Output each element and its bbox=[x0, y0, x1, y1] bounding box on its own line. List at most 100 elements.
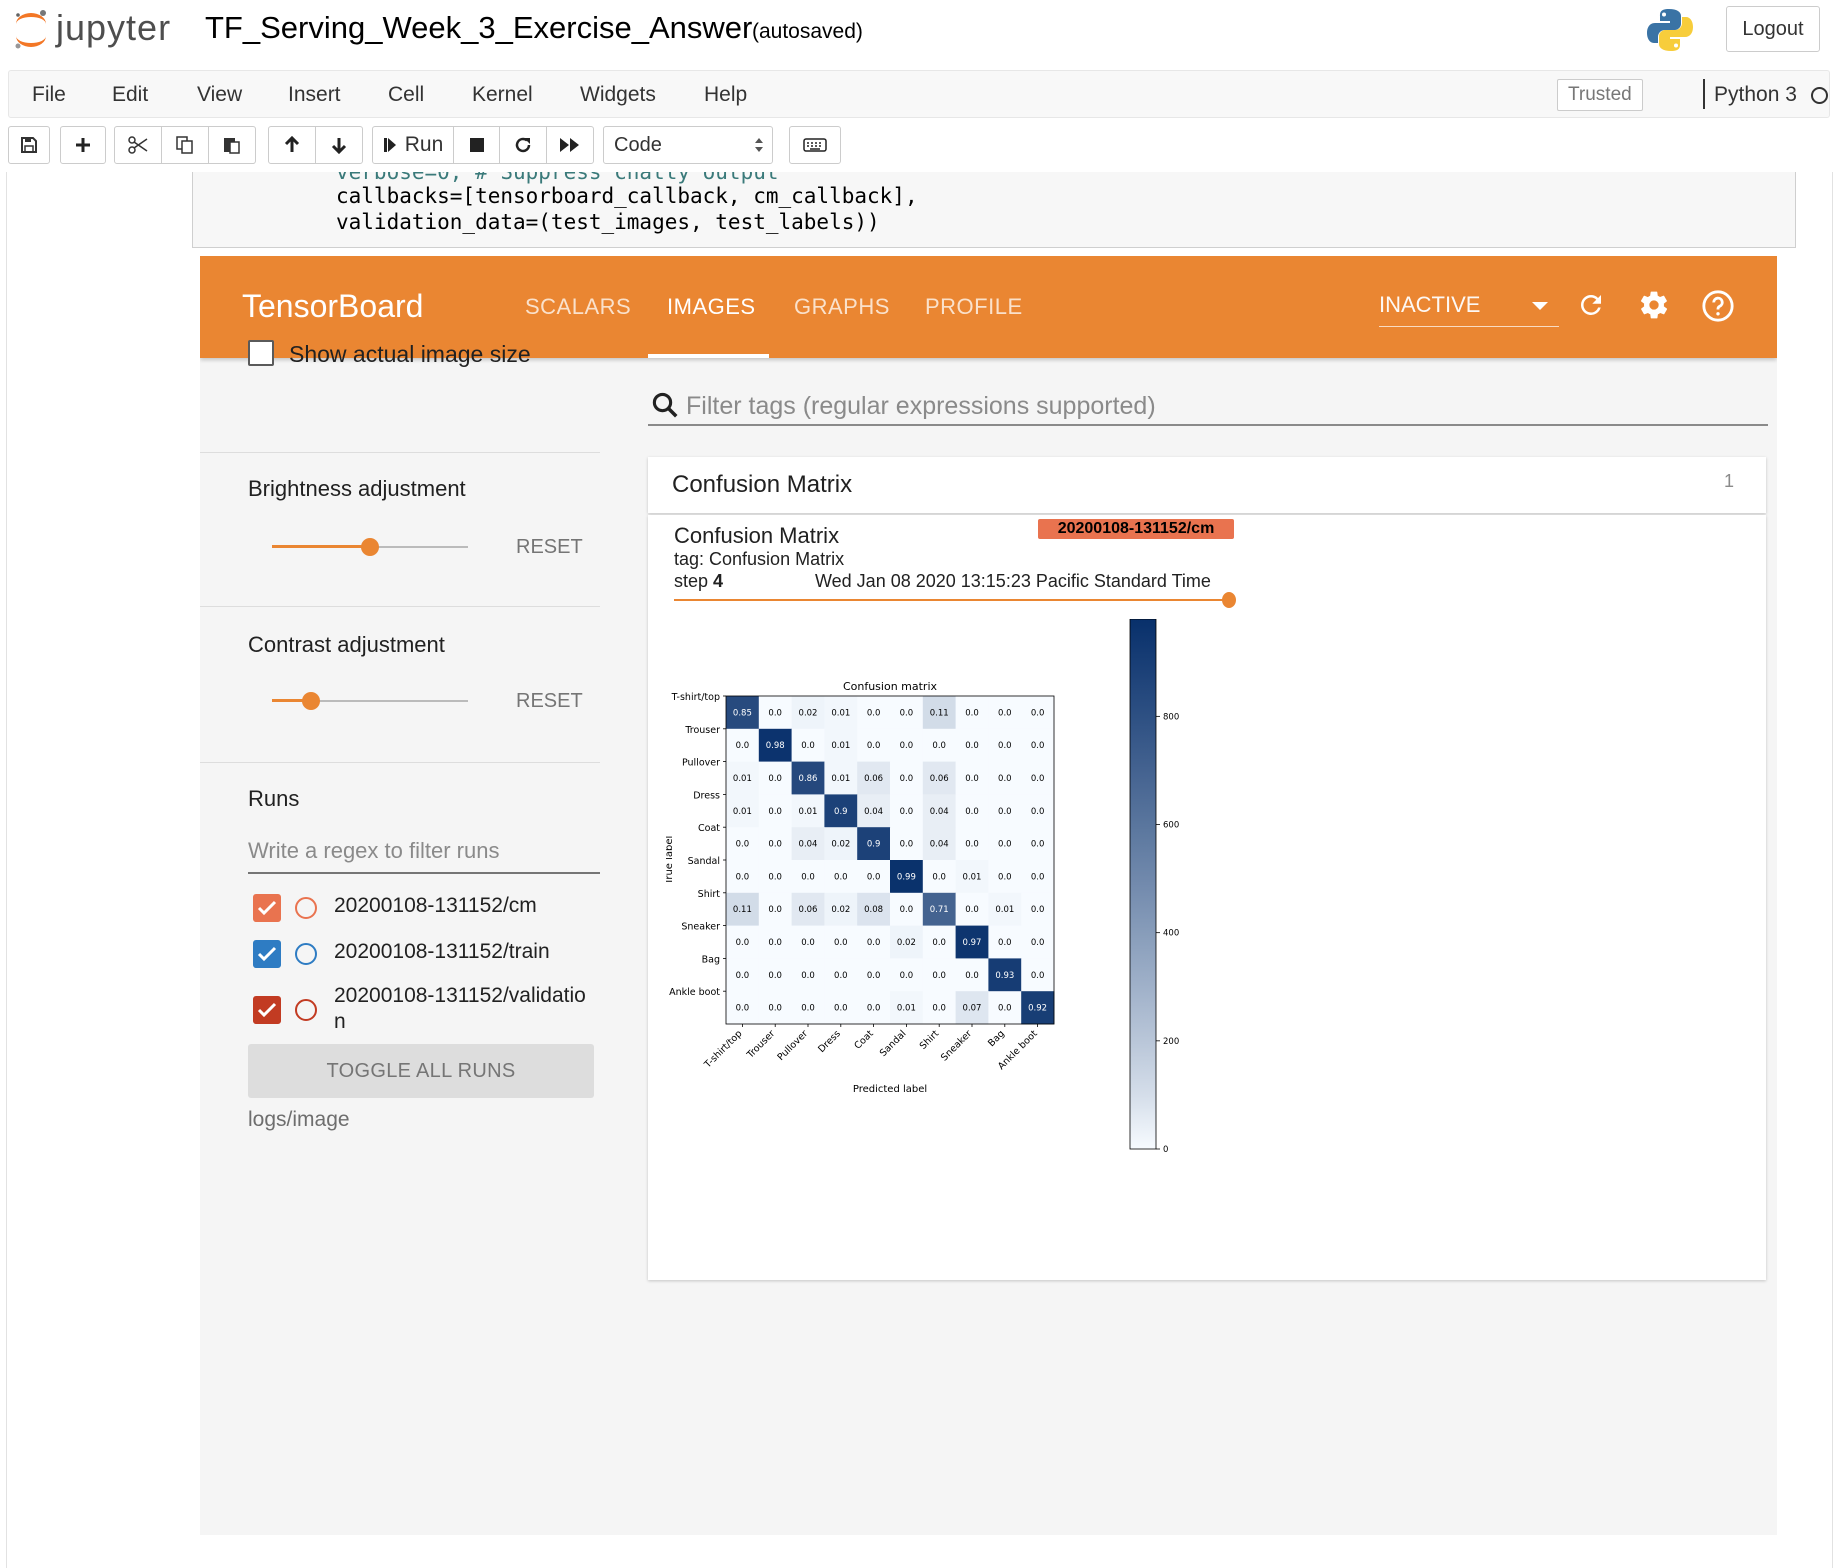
cm-y-tick-label: Shirt bbox=[698, 889, 721, 900]
kernel-name[interactable]: Python 3 bbox=[1714, 83, 1797, 107]
cm-y-tick-label: T-shirt/top bbox=[671, 692, 720, 703]
cm-cell-label: 0.0 bbox=[801, 971, 815, 981]
cm-cell-label: 0.0 bbox=[965, 741, 979, 751]
logout-button[interactable]: Logout bbox=[1726, 6, 1820, 52]
notebook-title[interactable]: TF_Serving_Week_3_Exercise_Answer bbox=[205, 10, 752, 46]
cm-cell-label: 0.0 bbox=[965, 840, 979, 850]
menu-file[interactable]: File bbox=[32, 83, 66, 107]
restart-run-all-button[interactable] bbox=[546, 126, 594, 164]
run-button[interactable]: Run bbox=[372, 126, 454, 164]
category-header[interactable]: Confusion Matrix 1 bbox=[648, 457, 1766, 513]
python-logo-icon bbox=[1646, 6, 1694, 59]
cm-cell-label: 0.0 bbox=[768, 971, 782, 981]
cm-x-axis-label: Predicted label bbox=[853, 1084, 927, 1095]
cm-cell-label: 0.0 bbox=[1031, 971, 1045, 981]
cm-cell-label: 0.0 bbox=[965, 905, 979, 915]
contrast-reset-button[interactable]: RESET bbox=[516, 690, 583, 713]
cm-cell-label: 0.0 bbox=[768, 905, 782, 915]
run-checkbox-validation[interactable] bbox=[253, 996, 281, 1024]
cm-cell-label: 0.0 bbox=[900, 774, 914, 784]
jupyter-logo[interactable]: jupyter bbox=[12, 6, 171, 50]
cm-x-tick-label: Coat bbox=[852, 1028, 876, 1052]
cm-x-tick-label: T-shirt/top bbox=[702, 1028, 745, 1071]
step-label: step bbox=[674, 571, 709, 591]
cm-cell-label: 0.0 bbox=[998, 807, 1012, 817]
menu-view[interactable]: View bbox=[197, 83, 242, 107]
cm-cell-label: 0.0 bbox=[736, 1004, 750, 1014]
move-down-button[interactable] bbox=[315, 126, 363, 164]
colorbar-tick-label: 800 bbox=[1163, 712, 1179, 722]
paste-button[interactable] bbox=[208, 126, 256, 164]
check-icon bbox=[257, 946, 277, 962]
show-actual-size-label: Show actual image size bbox=[289, 341, 531, 367]
cut-button[interactable] bbox=[114, 126, 162, 164]
menu-widgets[interactable]: Widgets bbox=[580, 83, 656, 107]
inactive-plugins-dropdown[interactable]: INACTIVE bbox=[1379, 292, 1480, 318]
cm-x-tick-label: Shirt bbox=[918, 1028, 942, 1052]
menu-help[interactable]: Help bbox=[704, 83, 747, 107]
runs-filter-underline bbox=[248, 872, 600, 874]
autosave-status: (autosaved) bbox=[752, 20, 863, 43]
restart-button[interactable] bbox=[499, 126, 547, 164]
cm-cell-label: 0.0 bbox=[768, 872, 782, 882]
menu-insert[interactable]: Insert bbox=[288, 83, 341, 107]
tab-scalars[interactable]: SCALARS bbox=[525, 294, 631, 320]
code-cell[interactable]: verbose=0, # Suppress chatty output call… bbox=[192, 172, 1796, 248]
run-checkbox-train[interactable] bbox=[253, 940, 281, 968]
trusted-indicator[interactable]: Trusted bbox=[1557, 79, 1643, 111]
notebook-toolbar: Run Code bbox=[0, 124, 1838, 168]
cm-cell-label: 0.0 bbox=[932, 1004, 946, 1014]
cm-cell-label: 0.0 bbox=[867, 971, 881, 981]
confusion-matrix-image: 0.85 0.0 0.02 0.01 0.0 0.0 0.11 0.0 0.0 0.0 0.0 0.9… bbox=[666, 619, 1179, 1155]
menu-kernel[interactable]: Kernel bbox=[472, 83, 533, 107]
command-palette-button[interactable] bbox=[789, 126, 841, 164]
tag-filter-input[interactable]: Filter tags (regular expressions support… bbox=[686, 392, 1156, 421]
cm-cell-label: 0.9 bbox=[834, 807, 848, 817]
cm-cell-label: 0.85 bbox=[733, 708, 752, 718]
tab-profile[interactable]: PROFILE bbox=[925, 294, 1023, 320]
cm-cell-label: 0.0 bbox=[867, 872, 881, 882]
run-radio-validation[interactable] bbox=[295, 999, 317, 1021]
toggle-all-runs-button[interactable]: TOGGLE ALL RUNS bbox=[248, 1044, 594, 1098]
cm-cell-label: 0.01 bbox=[963, 872, 982, 882]
code-line-2: callbacks=[tensorboard_callback, cm_call… bbox=[336, 184, 918, 208]
brightness-reset-button[interactable]: RESET bbox=[516, 536, 583, 559]
menubar: File Edit View Insert Cell Kernel Widget… bbox=[8, 70, 1830, 118]
tab-images[interactable]: IMAGES bbox=[667, 294, 756, 320]
brightness-slider-thumb[interactable] bbox=[361, 538, 379, 556]
copy-button[interactable] bbox=[161, 126, 209, 164]
show-actual-size-checkbox[interactable] bbox=[248, 340, 274, 366]
tensorboard-frame: TensorBoard SCALARS IMAGES GRAPHS PROFIL… bbox=[200, 256, 1777, 1535]
cm-cell-label: 0.0 bbox=[900, 905, 914, 915]
run-checkbox-cm[interactable] bbox=[253, 894, 281, 922]
cm-cell-label: 0.0 bbox=[998, 840, 1012, 850]
contrast-slider-thumb[interactable] bbox=[302, 692, 320, 710]
cm-cell-label: 0.0 bbox=[1031, 807, 1045, 817]
save-button[interactable] bbox=[8, 126, 50, 164]
cm-y-tick-label: Sneaker bbox=[681, 922, 720, 933]
interrupt-button[interactable] bbox=[453, 126, 500, 164]
dropdown-arrow-icon bbox=[1532, 302, 1548, 310]
run-radio-train[interactable] bbox=[295, 943, 317, 965]
cell-type-select[interactable]: Code bbox=[603, 126, 773, 164]
menu-cell[interactable]: Cell bbox=[388, 83, 424, 107]
step-slider-thumb[interactable] bbox=[1222, 592, 1236, 608]
cm-cell-label: 0.07 bbox=[963, 1004, 982, 1014]
cm-cell-label: 0.01 bbox=[831, 774, 850, 784]
insert-cell-button[interactable] bbox=[60, 126, 106, 164]
cm-cell-label: 0.0 bbox=[900, 708, 914, 718]
cm-x-tick-label: Trouser bbox=[744, 1028, 777, 1061]
plus-icon bbox=[76, 138, 90, 152]
menu-edit[interactable]: Edit bbox=[112, 83, 148, 107]
sidebar-separator bbox=[200, 762, 600, 763]
sidebar-separator bbox=[200, 606, 600, 607]
settings-gear-icon[interactable] bbox=[1638, 289, 1670, 321]
help-icon[interactable] bbox=[1701, 289, 1735, 323]
refresh-icon[interactable] bbox=[1576, 290, 1606, 320]
runs-filter-input[interactable]: Write a regex to filter runs bbox=[248, 838, 499, 864]
cm-cell-label: 0.01 bbox=[831, 741, 850, 751]
move-up-button[interactable] bbox=[268, 126, 316, 164]
run-radio-cm[interactable] bbox=[295, 897, 317, 919]
tab-graphs[interactable]: GRAPHS bbox=[794, 294, 890, 320]
cm-cell-label: 0.98 bbox=[766, 741, 785, 751]
